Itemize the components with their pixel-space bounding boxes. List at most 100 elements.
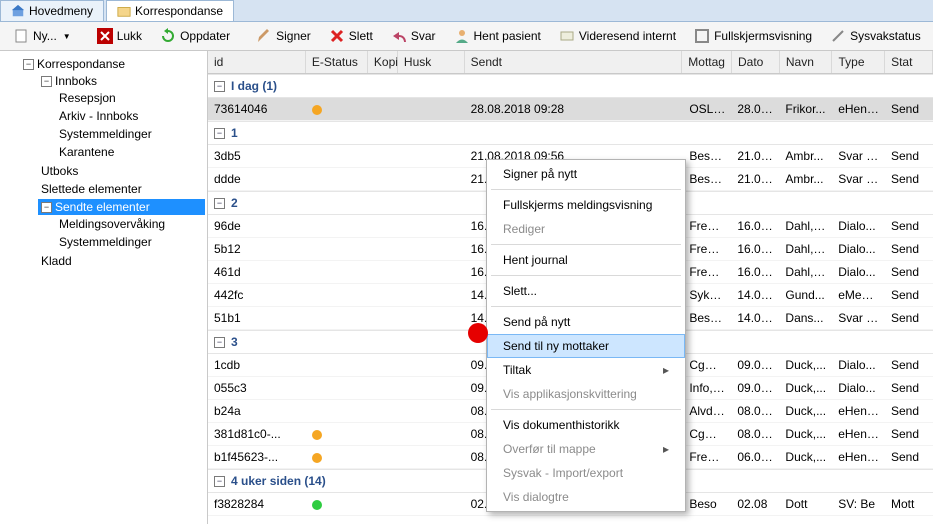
cell-kopi (369, 170, 398, 188)
col-mottag[interactable]: Mottag (682, 51, 732, 73)
cell-mottag: Cgm ... (683, 425, 731, 443)
cell-dato: 09.08... (731, 356, 779, 374)
collapse-icon[interactable]: − (214, 337, 225, 348)
menu-separator (491, 306, 681, 307)
table-row[interactable]: 7361404628.08.2018 09:28OSLO...28.08...F… (208, 98, 933, 121)
cell-mottag: Fredri... (683, 240, 731, 258)
tree-utboks[interactable]: Utboks (38, 163, 205, 179)
collapse-icon[interactable]: − (214, 128, 225, 139)
cell-stat: Send (885, 170, 933, 188)
cell-estatus (306, 309, 368, 327)
tree-slettede[interactable]: Slettede elementer (38, 181, 205, 197)
col-husk[interactable]: Husk (398, 51, 465, 73)
close-button[interactable]: Lukk (90, 25, 149, 47)
menu-item[interactable]: Signer på nytt (487, 162, 685, 186)
cell-stat: Send (885, 286, 933, 304)
fullscreen-button[interactable]: Fullskjermsvisning (687, 25, 819, 47)
tree-meldingsovervaking[interactable]: Meldingsovervåking (56, 216, 205, 232)
collapse-icon[interactable]: − (214, 476, 225, 487)
menu-item: Overfør til mappe (487, 437, 685, 461)
menu-item[interactable]: Vis dokumenthistorikk (487, 413, 685, 437)
cell-kopi (369, 309, 398, 327)
tab-hovedmeny[interactable]: Hovedmeny (0, 0, 104, 21)
cell-estatus (306, 240, 368, 258)
cell-husk (398, 240, 465, 258)
tree-innboks[interactable]: −Innboks (38, 73, 205, 89)
cell-id: 73614046 (208, 100, 306, 118)
collapse-icon[interactable]: − (41, 76, 52, 87)
reply-button[interactable]: Svar (384, 25, 443, 47)
collapse-icon[interactable]: − (214, 198, 225, 209)
group-header[interactable]: −I dag (1) (208, 74, 933, 98)
sign-button[interactable]: Signer (249, 25, 318, 47)
new-button[interactable]: Ny...▼ (6, 25, 78, 47)
group-header[interactable]: −1 (208, 121, 933, 145)
col-estatus[interactable]: E-Status (306, 51, 368, 73)
label: Slett (349, 29, 373, 43)
refresh-button[interactable]: Oppdater (153, 25, 237, 47)
col-sendt[interactable]: Sendt (465, 51, 683, 73)
tree-systemmeldinger[interactable]: Systemmeldinger (56, 126, 205, 142)
grid-header: id E-Status Kopi Husk Sendt Mottag Dato … (208, 51, 933, 74)
col-id[interactable]: id (208, 51, 306, 73)
sysvak-button[interactable]: Sysvakstatus (823, 25, 928, 47)
cell-mottag: Fredri... (683, 217, 731, 235)
cell-kopi (369, 217, 398, 235)
tree-systemmeldinger-sent[interactable]: Systemmeldinger (56, 234, 205, 250)
cell-estatus (306, 170, 368, 188)
tree-kladd[interactable]: Kladd (38, 253, 205, 269)
cell-husk (398, 309, 465, 327)
syringe-icon (830, 28, 846, 44)
cell-id: 381d81c0-... (208, 425, 306, 443)
tree-karantene[interactable]: Karantene (56, 144, 205, 160)
label: Meldingsovervåking (59, 217, 165, 231)
tree-resepsjon[interactable]: Resepsjon (56, 90, 205, 106)
label: Fullskjermsvisning (714, 29, 812, 43)
cell-husk (398, 356, 465, 374)
collapse-icon[interactable]: − (23, 59, 34, 70)
menu-separator (491, 244, 681, 245)
cell-id: 5b12 (208, 240, 306, 258)
cell-type: eHenv... (832, 448, 885, 466)
cell-navn: Ambr... (779, 170, 832, 188)
menu-item[interactable]: Send på nytt (487, 310, 685, 334)
col-type[interactable]: Type (832, 51, 885, 73)
menu-separator (491, 189, 681, 190)
cell-id: ddde (208, 170, 306, 188)
cell-kopi (369, 495, 398, 513)
menu-item[interactable]: Tiltak (487, 358, 685, 382)
delete-button[interactable]: Slett (322, 25, 380, 47)
tab-korrespondanse[interactable]: Korrespondanse (106, 0, 234, 21)
cell-id: 055c3 (208, 379, 306, 397)
col-dato[interactable]: Dato (732, 51, 780, 73)
folder-icon (117, 4, 131, 18)
cell-kopi (369, 263, 398, 281)
cell-estatus (306, 217, 368, 235)
cell-mottag: Sykeh... (683, 286, 731, 304)
tab-bar: Hovedmeny Korrespondanse (0, 0, 933, 22)
status-dot-green (312, 500, 322, 510)
cell-navn: Duck,... (779, 448, 832, 466)
collapse-icon[interactable]: − (214, 81, 225, 92)
cell-kopi (369, 379, 398, 397)
tree-arkiv-innboks[interactable]: Arkiv - Innboks (56, 108, 205, 124)
tab-label: Korrespondanse (135, 4, 223, 18)
col-navn[interactable]: Navn (780, 51, 833, 73)
tree-root[interactable]: −Korrespondanse (20, 56, 205, 72)
highlight-marker (468, 323, 488, 343)
tree-sendte[interactable]: −Sendte elementer (38, 199, 205, 215)
col-kopi[interactable]: Kopi (368, 51, 398, 73)
forward-button[interactable]: Videresend internt (552, 25, 683, 47)
menu-item[interactable]: Send til ny mottaker (487, 334, 685, 358)
menu-item[interactable]: Slett... (487, 279, 685, 303)
cell-navn: Ambr... (779, 147, 832, 165)
get-patient-button[interactable]: Hent pasient (447, 25, 548, 47)
col-stat[interactable]: Stat (885, 51, 933, 73)
menu-item[interactable]: Hent journal (487, 248, 685, 272)
menu-item[interactable]: Fullskjerms meldingsvisning (487, 193, 685, 217)
cell-dato: 21.08... (731, 147, 779, 165)
collapse-icon[interactable]: − (41, 202, 52, 213)
cell-husk (398, 425, 465, 443)
label: Slettede elementer (41, 182, 142, 196)
cell-kopi (369, 240, 398, 258)
